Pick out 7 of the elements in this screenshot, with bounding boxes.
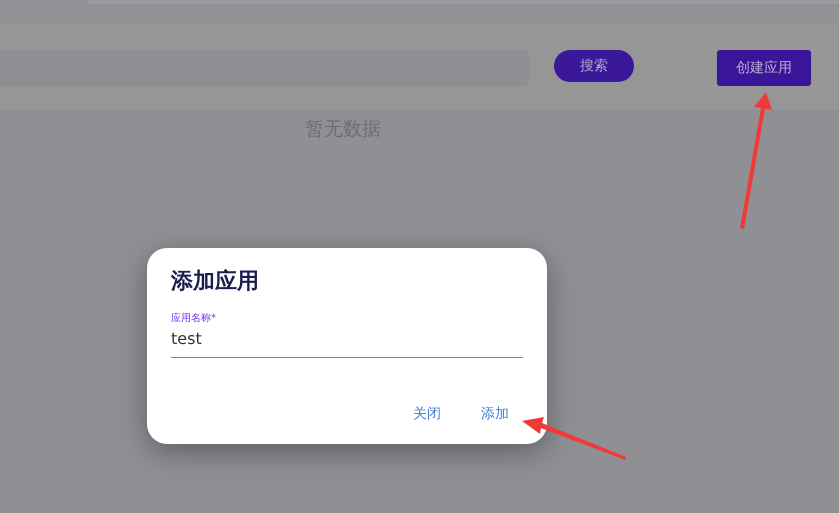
app-name-field[interactable]: test bbox=[171, 325, 523, 358]
dialog-title: 添加应用 bbox=[171, 268, 260, 296]
dialog-button[interactable]: 关闭 bbox=[407, 402, 447, 427]
create-app-button[interactable]: 创建应用 bbox=[717, 50, 811, 86]
search-button[interactable]: 搜索 bbox=[554, 50, 634, 82]
field-label: 应用名称* bbox=[171, 312, 217, 325]
dialog-button[interactable]: 添加 bbox=[475, 402, 515, 427]
